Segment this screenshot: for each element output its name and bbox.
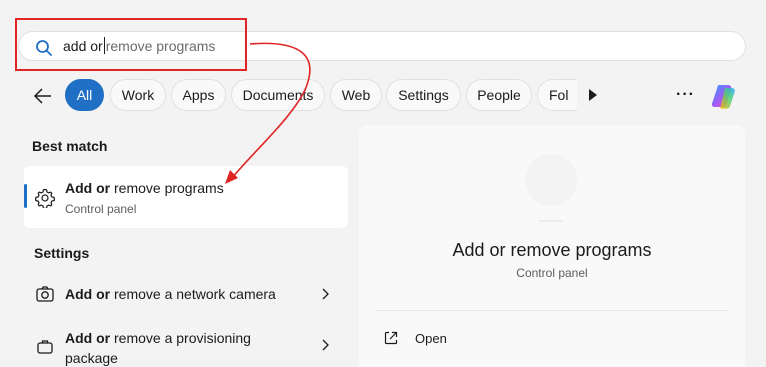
filter-label: Apps — [182, 87, 215, 103]
filter-chip-all[interactable]: All — [65, 79, 104, 111]
search-bar[interactable]: add or remove programs — [18, 31, 746, 61]
title-bold-part: Add or — [65, 286, 111, 302]
filter-label: Work — [121, 87, 155, 103]
preview-subtitle: Control panel — [516, 266, 588, 280]
filter-label: Settings — [398, 87, 449, 103]
open-external-icon — [384, 331, 398, 345]
camera-icon — [36, 286, 54, 302]
filter-label: All — [76, 87, 93, 103]
open-action[interactable]: Open — [383, 327, 503, 351]
filter-chip-work[interactable]: Work — [110, 79, 166, 111]
best-match-title: Add or remove programs — [65, 180, 224, 196]
filter-chip-folders[interactable]: Fol — [537, 79, 577, 111]
title-second-line: package — [65, 350, 118, 366]
title-rest-part: remove programs — [110, 180, 224, 196]
filter-chip-documents[interactable]: Documents — [231, 79, 325, 111]
title-bold-part: Add or — [65, 180, 111, 196]
settings-heading: Settings — [34, 245, 90, 261]
chevron-right-icon — [322, 339, 329, 351]
title-bold-part: Add or — [65, 330, 111, 346]
title-rest-part: remove a provisioning — [110, 330, 251, 346]
filter-label: Documents — [242, 87, 314, 103]
briefcase-icon — [37, 340, 53, 354]
filter-label: Fol — [549, 87, 569, 103]
filter-chip-web[interactable]: Web — [330, 79, 382, 111]
settings-result-title: Add or remove a provisioning package — [65, 328, 251, 367]
filter-chip-apps[interactable]: Apps — [171, 79, 226, 111]
settings-result-title: Add or remove a network camera — [65, 286, 276, 302]
filter-chip-people[interactable]: People — [466, 79, 532, 111]
chevron-right-icon — [322, 288, 329, 300]
filter-label: Web — [341, 87, 371, 103]
open-label: Open — [415, 331, 447, 346]
search-input[interactable]: add or remove programs — [63, 32, 215, 60]
divider — [375, 310, 729, 311]
search-typed-text: add or — [63, 38, 103, 54]
preview-title: Add or remove programs — [452, 240, 652, 260]
preview-panel: Add or remove programs Control panel Ope… — [359, 125, 745, 367]
best-match-heading: Best match — [32, 138, 108, 154]
best-match-result[interactable]: Add or remove programs Control panel — [24, 166, 348, 228]
search-icon — [36, 40, 52, 56]
best-match-subtitle: Control panel — [65, 202, 137, 216]
title-rest-part: remove a network camera — [110, 286, 276, 302]
gear-icon — [35, 188, 55, 208]
filter-label: People — [477, 87, 521, 103]
text-caret — [103, 37, 105, 54]
settings-result-provisioning-package[interactable]: Add or remove a provisioning package — [24, 320, 348, 367]
more-options-icon[interactable]: ··· — [676, 86, 698, 104]
app-placeholder-icon — [525, 154, 577, 222]
scroll-filters-right-icon[interactable] — [588, 88, 598, 102]
filter-chip-settings[interactable]: Settings — [386, 79, 461, 111]
back-arrow-icon[interactable] — [32, 86, 54, 106]
settings-result-network-camera[interactable]: Add or remove a network camera — [24, 274, 348, 312]
selection-indicator — [24, 184, 27, 208]
copilot-icon[interactable] — [710, 81, 740, 111]
search-suggestion-text: remove programs — [105, 38, 216, 54]
